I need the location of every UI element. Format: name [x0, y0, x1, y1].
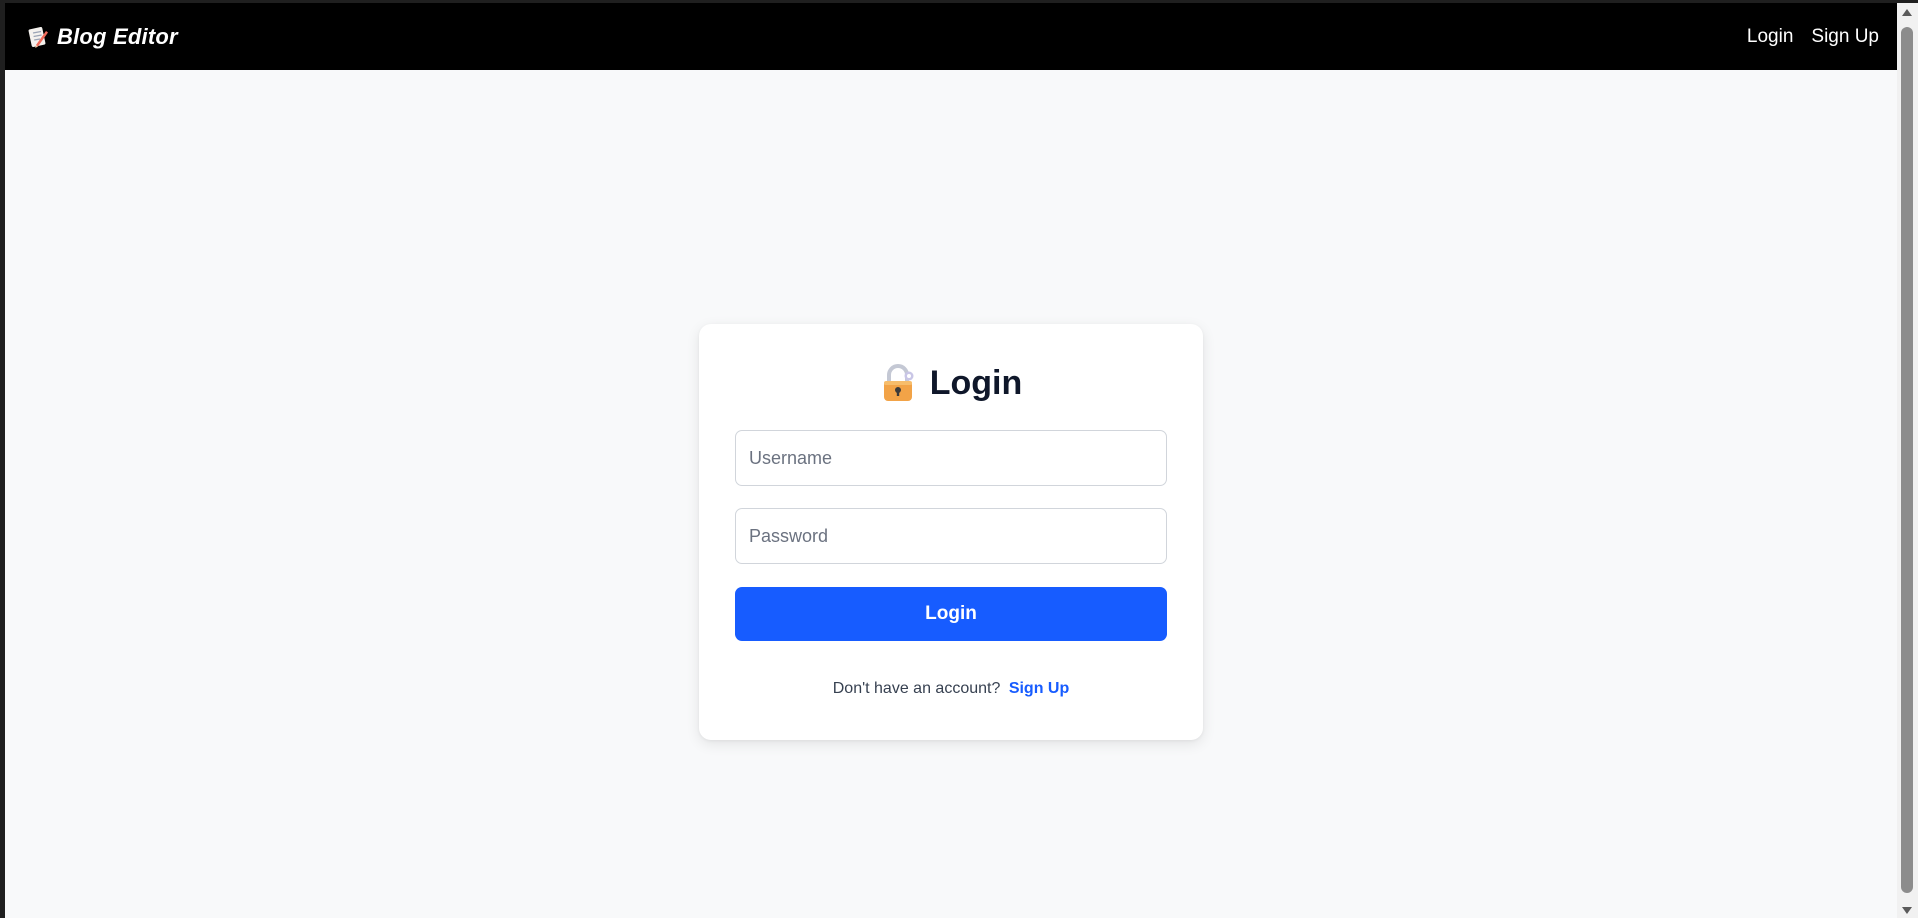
nav-login-link[interactable]: Login: [1747, 26, 1794, 48]
browser-frame: Blog Editor Login Sign Up Login Username…: [0, 0, 1918, 918]
password-input[interactable]: [735, 508, 1167, 564]
brand-link[interactable]: Blog Editor: [27, 24, 178, 50]
memo-icon: [27, 25, 49, 49]
lock-icon: [880, 364, 916, 402]
login-title: Login: [929, 363, 1023, 402]
username-input[interactable]: [735, 430, 1167, 486]
scroll-up-icon[interactable]: [1902, 9, 1912, 16]
nav-signup-link[interactable]: Sign Up: [1811, 26, 1879, 48]
signup-prompt-text: Don't have an account?: [832, 680, 1001, 697]
login-card: Login Login Don't have an account? Sign …: [699, 324, 1203, 740]
page-viewport: Blog Editor Login Sign Up Login Username…: [5, 3, 1897, 918]
login-heading: Login: [699, 360, 1203, 406]
signup-link[interactable]: Sign Up: [1009, 680, 1069, 697]
vertical-scrollbar[interactable]: [1897, 3, 1918, 918]
brand-title: Blog Editor: [57, 23, 178, 49]
scroll-down-icon[interactable]: [1902, 907, 1912, 914]
signup-prompt-line: Don't have an account? Sign Up: [699, 680, 1203, 698]
nav-links: Login Sign Up: [1747, 26, 1879, 48]
top-navbar: Blog Editor Login Sign Up: [5, 3, 1897, 70]
scrollbar-thumb[interactable]: [1901, 27, 1913, 893]
login-button[interactable]: Login: [735, 587, 1167, 641]
